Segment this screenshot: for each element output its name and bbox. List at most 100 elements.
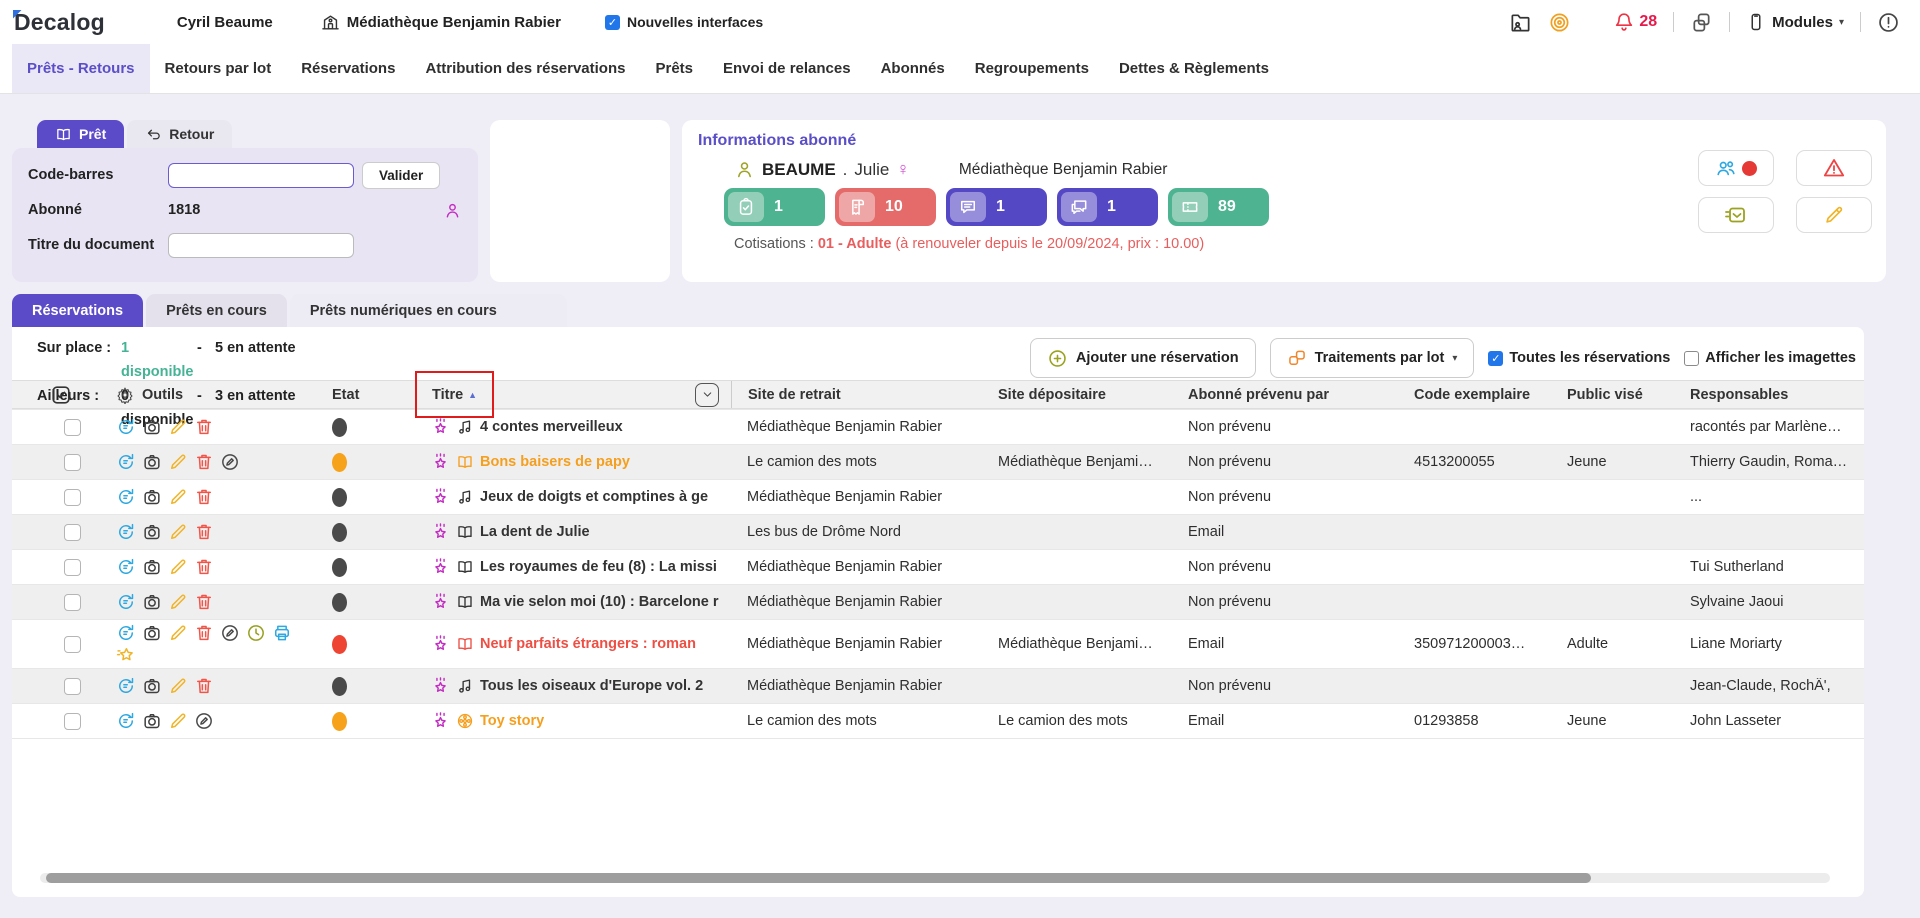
- renew-icon[interactable]: [116, 623, 136, 643]
- reservation-tab[interactable]: Réservations: [12, 294, 143, 327]
- reservation-tab[interactable]: Prêts numériques en cours: [290, 294, 567, 327]
- trash-icon[interactable]: [194, 417, 214, 437]
- edit-patron-button[interactable]: [1796, 197, 1872, 233]
- renew-icon[interactable]: [116, 417, 136, 437]
- document-title[interactable]: La dent de Julie: [480, 524, 590, 540]
- pencil-icon[interactable]: [168, 452, 188, 472]
- beacon-icon[interactable]: [1548, 11, 1571, 34]
- document-title[interactable]: Jeux de doigts et comptines à ge: [480, 489, 708, 505]
- renew-icon[interactable]: [116, 711, 136, 731]
- star-icon[interactable]: [116, 645, 136, 665]
- tab-retour[interactable]: Retour: [127, 120, 232, 148]
- doc-title-input[interactable]: [168, 233, 354, 258]
- row-checkbox[interactable]: [64, 636, 81, 653]
- camera-icon[interactable]: [142, 487, 162, 507]
- current-user-name[interactable]: Cyril Beaume: [177, 14, 273, 31]
- nav-tab[interactable]: Envoi de relances: [708, 44, 866, 93]
- renew-icon[interactable]: [116, 522, 136, 542]
- tab-pret[interactable]: Prêt: [37, 120, 124, 148]
- info-icon[interactable]: [1877, 11, 1900, 34]
- patron-badge[interactable]: 1: [724, 188, 825, 226]
- camera-icon[interactable]: [142, 452, 162, 472]
- document-title[interactable]: Tous les oiseaux d'Europe vol. 2: [480, 678, 703, 694]
- pencil-icon[interactable]: [168, 711, 188, 731]
- document-title[interactable]: Toy story: [480, 713, 544, 729]
- patron-folder-icon[interactable]: [1509, 11, 1532, 34]
- camera-icon[interactable]: [142, 676, 162, 696]
- camera-icon[interactable]: [142, 417, 162, 437]
- trash-icon[interactable]: [194, 487, 214, 507]
- renew-icon[interactable]: [116, 487, 136, 507]
- reservation-tab[interactable]: Prêts en cours: [146, 294, 287, 327]
- pencil-icon[interactable]: [168, 417, 188, 437]
- current-library[interactable]: Médiathèque Benjamin Rabier: [321, 13, 561, 32]
- pencil-icon[interactable]: [168, 592, 188, 612]
- row-checkbox[interactable]: [64, 454, 81, 471]
- scrollbar-thumb[interactable]: [46, 873, 1591, 883]
- row-checkbox[interactable]: [64, 419, 81, 436]
- camera-icon[interactable]: [142, 592, 162, 612]
- camera-icon[interactable]: [142, 711, 162, 731]
- notifications-button[interactable]: 28: [1613, 11, 1657, 33]
- document-title[interactable]: Ma vie selon moi (10) : Barcelone r: [480, 594, 719, 610]
- pencil-icon[interactable]: [168, 557, 188, 577]
- link-copy-icon[interactable]: [1690, 11, 1713, 34]
- note-icon[interactable]: [220, 452, 240, 472]
- trash-icon[interactable]: [194, 522, 214, 542]
- pencil-icon[interactable]: [168, 623, 188, 643]
- patron-badge[interactable]: 1: [1057, 188, 1158, 226]
- nav-tab[interactable]: Regroupements: [960, 44, 1104, 93]
- camera-icon[interactable]: [142, 623, 162, 643]
- row-checkbox[interactable]: [64, 559, 81, 576]
- note-icon[interactable]: [194, 711, 214, 731]
- horizontal-scrollbar[interactable]: [40, 873, 1830, 883]
- document-title[interactable]: Neuf parfaits étrangers : roman: [480, 636, 696, 652]
- select-all-icon[interactable]: [50, 384, 72, 406]
- pencil-icon[interactable]: [168, 487, 188, 507]
- batch-actions-button[interactable]: Traitements par lot ▾: [1270, 338, 1475, 378]
- new-interfaces-toggle[interactable]: ✓ Nouvelles interfaces: [605, 14, 763, 30]
- clock-icon[interactable]: [246, 623, 266, 643]
- app-logo[interactable]: Decalog: [14, 9, 105, 36]
- patron-badge[interactable]: 10: [835, 188, 936, 226]
- renew-icon[interactable]: [116, 452, 136, 472]
- all-reservations-checkbox[interactable]: ✓ Toutes les réservations: [1488, 350, 1670, 366]
- renew-icon[interactable]: [116, 592, 136, 612]
- nav-tab[interactable]: Réservations: [286, 44, 410, 93]
- nav-tab[interactable]: Abonnés: [866, 44, 960, 93]
- trash-icon[interactable]: [194, 452, 214, 472]
- row-checkbox[interactable]: [64, 524, 81, 541]
- member-person-icon[interactable]: [443, 201, 462, 220]
- nav-tab[interactable]: Retours par lot: [150, 44, 287, 93]
- patron-record-button[interactable]: [1698, 150, 1774, 186]
- pencil-icon[interactable]: [168, 522, 188, 542]
- renew-icon[interactable]: [116, 557, 136, 577]
- send-message-button[interactable]: [1698, 197, 1774, 233]
- nav-tab[interactable]: Attribution des réservations: [410, 44, 640, 93]
- row-checkbox[interactable]: [64, 678, 81, 695]
- row-checkbox[interactable]: [64, 713, 81, 730]
- patron-alerts-button[interactable]: [1796, 150, 1872, 186]
- camera-icon[interactable]: [142, 557, 162, 577]
- barcode-input[interactable]: [168, 163, 354, 188]
- nav-tab[interactable]: Prêts - Retours: [12, 44, 150, 93]
- renew-icon[interactable]: [116, 676, 136, 696]
- printer-icon[interactable]: [272, 623, 292, 643]
- trash-icon[interactable]: [194, 676, 214, 696]
- validate-button[interactable]: Valider: [362, 162, 440, 189]
- row-checkbox[interactable]: [64, 489, 81, 506]
- patron-badge[interactable]: 89: [1168, 188, 1269, 226]
- note-icon[interactable]: [220, 623, 240, 643]
- nav-tab[interactable]: Prêts: [640, 44, 708, 93]
- trash-icon[interactable]: [194, 557, 214, 577]
- trash-icon[interactable]: [194, 592, 214, 612]
- add-reservation-button[interactable]: Ajouter une réservation: [1030, 338, 1256, 378]
- gear-icon[interactable]: [116, 386, 134, 404]
- pencil-icon[interactable]: [168, 676, 188, 696]
- modules-menu[interactable]: Modules ▾: [1746, 12, 1844, 32]
- document-title[interactable]: 4 contes merveilleux: [480, 419, 623, 435]
- patron-badge[interactable]: 1: [946, 188, 1047, 226]
- column-options-button[interactable]: [695, 383, 719, 407]
- row-checkbox[interactable]: [64, 594, 81, 611]
- camera-icon[interactable]: [142, 522, 162, 542]
